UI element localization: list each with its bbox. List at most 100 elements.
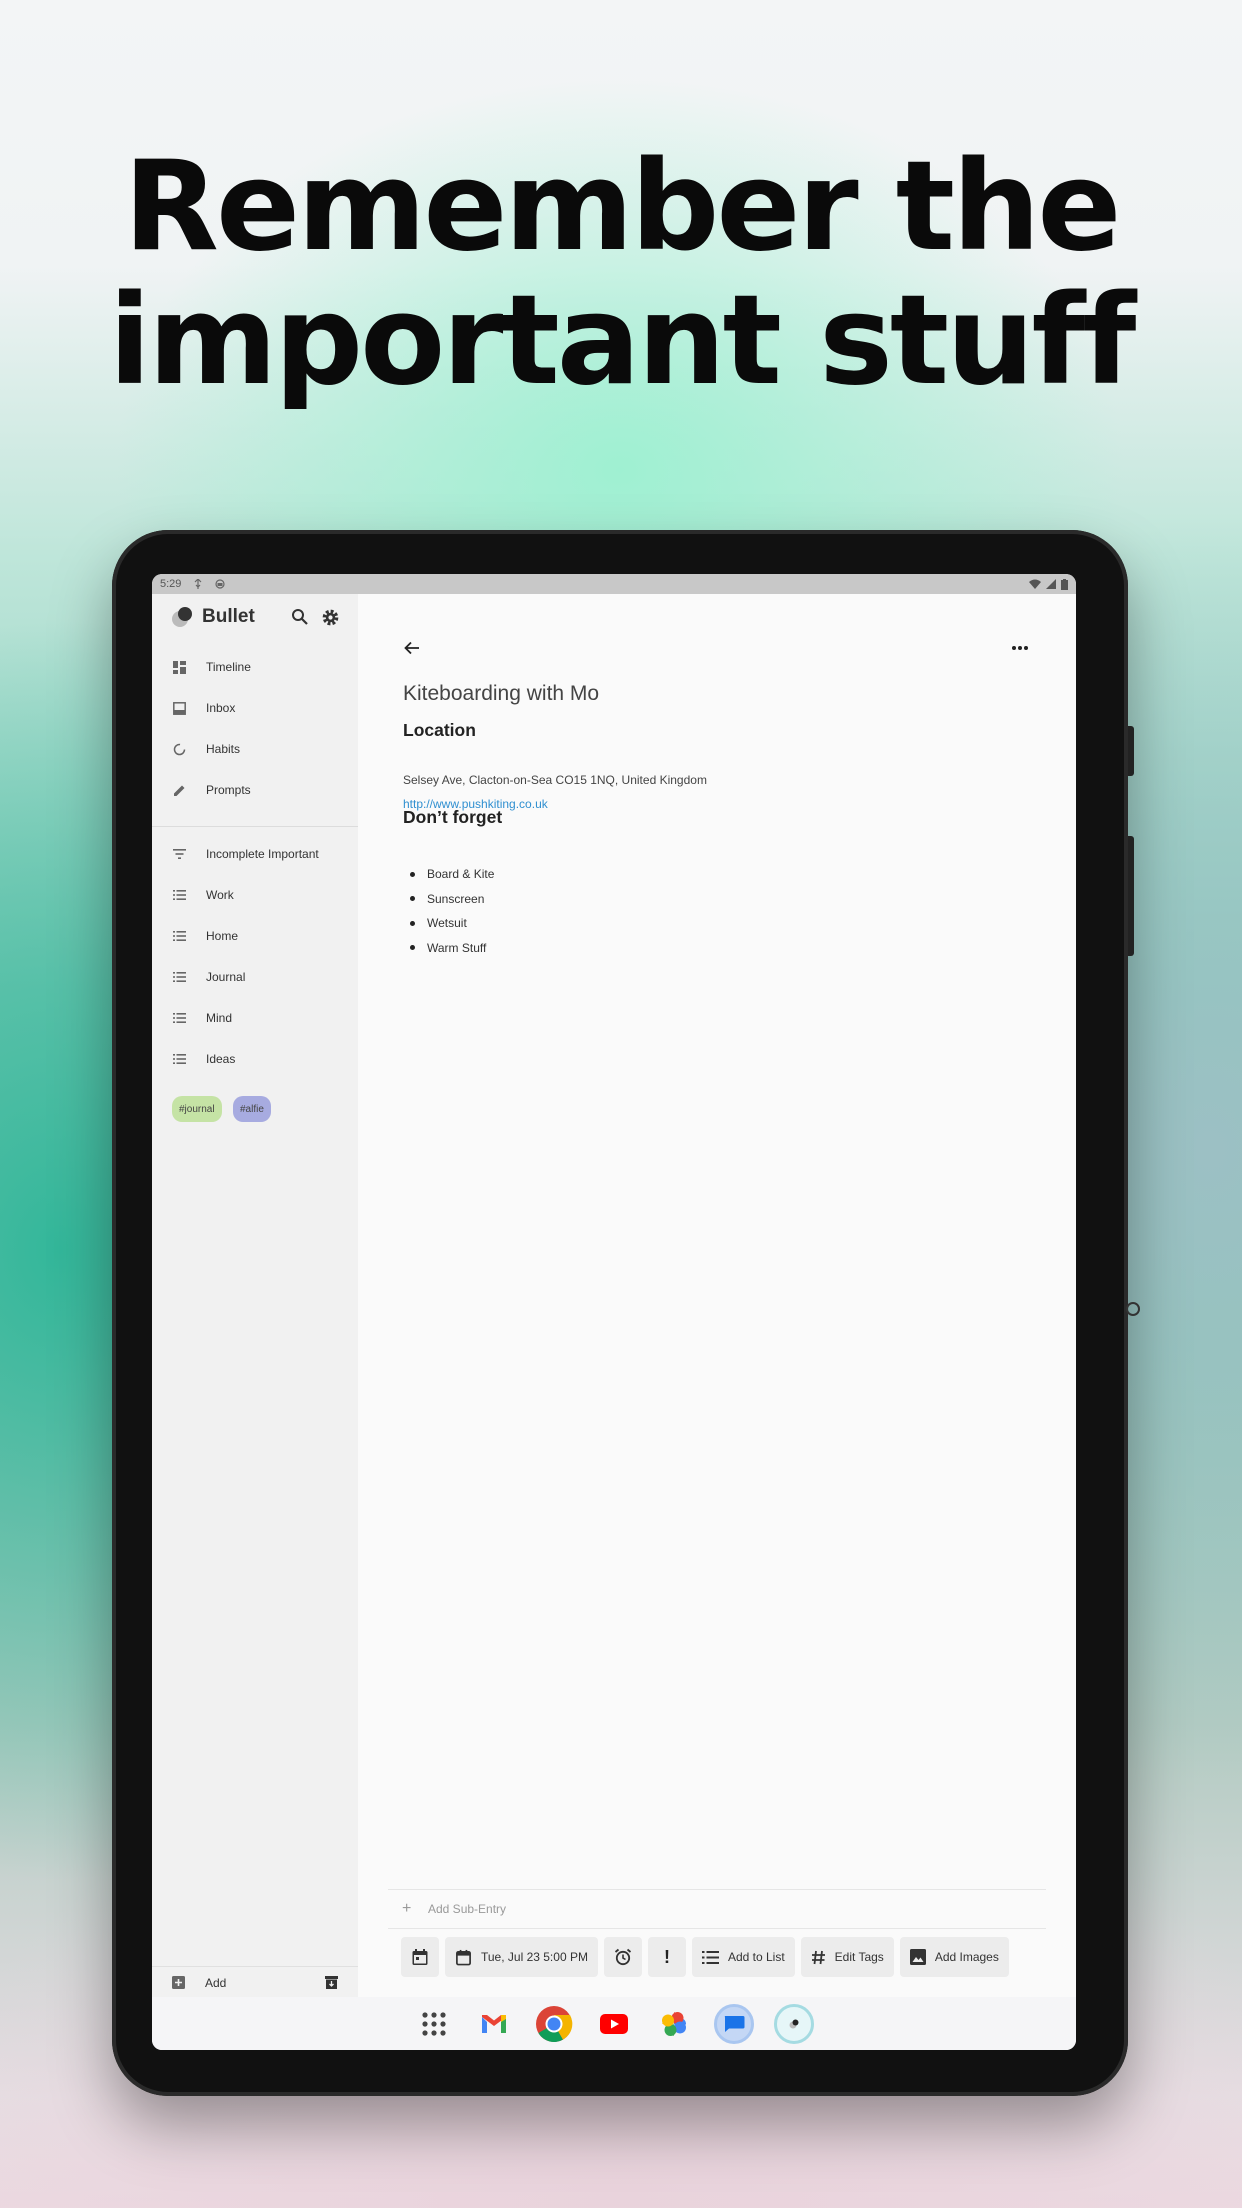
messages-icon[interactable]	[714, 2003, 754, 2044]
status-time: 5:29	[160, 578, 182, 590]
calendar-icon	[411, 1948, 429, 1966]
location-heading: Location	[403, 720, 476, 740]
list-icon	[172, 970, 186, 984]
sidebar-item-label: Inbox	[206, 701, 236, 715]
battery-icon	[1061, 578, 1068, 590]
entry-toolbar: Tue, Jul 23 5:00 PM ! Add to List Edit T…	[388, 1934, 1046, 1980]
headline: Remember the important stuff	[0, 140, 1242, 408]
sidebar-list-journal[interactable]: Journal	[152, 958, 358, 996]
sidebar-list-ideas[interactable]: Ideas	[152, 1040, 358, 1078]
sidebar-item-label: Incomplete Important	[206, 847, 319, 861]
plus-icon: +	[402, 1900, 412, 1917]
list-icon	[172, 929, 186, 943]
power-button	[1128, 726, 1134, 776]
wifi-icon	[1029, 579, 1041, 589]
alarm-icon	[614, 1948, 632, 1966]
add-to-list-label: Add to List	[727, 1950, 785, 1964]
exclamation-icon: !	[663, 1946, 670, 1967]
list-icon	[172, 888, 186, 902]
list-item: Board & Kite	[403, 862, 494, 887]
sidebar-item-label: Prompts	[206, 783, 251, 797]
status-bar: 5:29	[152, 574, 1076, 594]
gmail-icon[interactable]	[474, 2004, 514, 2044]
camera-icon	[1126, 1302, 1140, 1316]
sidebar-divider	[152, 826, 358, 827]
volume-button	[1128, 836, 1134, 956]
date-chip[interactable]: Tue, Jul 23 5:00 PM	[445, 1937, 598, 1977]
app-name: Bullet	[202, 606, 255, 627]
add-sub-entry-button[interactable]: + Add Sub-Entry	[388, 1889, 1046, 1929]
gear-icon[interactable]	[321, 608, 340, 627]
back-button[interactable]	[398, 634, 426, 662]
edit-tags-button[interactable]: Edit Tags	[800, 1937, 894, 1977]
sidebar-list-work[interactable]: Work	[152, 876, 358, 914]
sidebar-item-label: Ideas	[206, 1052, 236, 1066]
list-item: Wetsuit	[403, 911, 494, 936]
sidebar-add-button[interactable]: Add	[152, 1966, 358, 1998]
sidebar-item-prompts[interactable]: Prompts	[152, 771, 358, 809]
more-horizontal-icon	[1012, 646, 1028, 650]
sidebar-item-label: Mind	[206, 1011, 233, 1025]
calendar-outline-icon	[455, 1949, 472, 1966]
sidebar-item-label: Journal	[206, 970, 246, 984]
add-box-icon	[172, 1976, 185, 1989]
arrow-left-icon	[404, 641, 420, 655]
youtube-icon[interactable]	[594, 2004, 634, 2044]
tag-journal[interactable]: #journal	[172, 1096, 222, 1122]
more-options-button[interactable]	[1006, 634, 1034, 662]
dont-forget-heading: Don’t forget	[403, 807, 503, 827]
image-icon	[909, 1949, 926, 1965]
sidebar-item-timeline[interactable]: Timeline	[152, 648, 358, 686]
list-icon	[701, 1950, 719, 1964]
add-to-list-button[interactable]: Add to List	[691, 1937, 795, 1977]
list-item-text: Board & Kite	[427, 867, 495, 882]
tablet-screen: 5:29 Bullet Timeline Inbox Habits Prompt…	[152, 574, 1076, 2050]
photos-icon[interactable]	[654, 2004, 694, 2044]
calendar-button[interactable]	[401, 1937, 439, 1977]
chrome-icon[interactable]	[534, 2004, 574, 2044]
add-sub-entry-label: Add Sub-Entry	[428, 1902, 507, 1916]
sidebar-item-inbox[interactable]: Inbox	[152, 689, 358, 727]
app-dock	[152, 1997, 1076, 2050]
list-item-text: Sunscreen	[427, 891, 485, 906]
checklist: Board & Kite Sunscreen Wetsuit Warm Stuf…	[403, 862, 494, 960]
edit-tags-label: Edit Tags	[834, 1950, 884, 1964]
sidebar-list-home[interactable]: Home	[152, 917, 358, 955]
bullet-dot-icon	[410, 945, 415, 951]
date-chip-label: Tue, Jul 23 5:00 PM	[481, 1950, 588, 1964]
bullet-app-icon[interactable]	[774, 2003, 814, 2044]
sidebar-item-label: Home	[206, 929, 239, 943]
search-icon[interactable]	[291, 608, 309, 627]
bullet-logo-icon	[172, 607, 192, 627]
sidebar-header: Bullet	[172, 602, 358, 632]
list-icon	[172, 1052, 186, 1066]
headline-line-2: important stuff	[108, 269, 1137, 413]
entry-title[interactable]: Kiteboarding with Mo	[403, 682, 599, 706]
address-text: Selsey Ave, Clacton-on-Sea CO15 1NQ, Uni…	[403, 773, 707, 787]
android-icon	[215, 579, 226, 589]
pencil-icon	[172, 783, 186, 797]
important-button[interactable]: !	[647, 1937, 686, 1977]
sidebar: Bullet Timeline Inbox Habits Prompts Inc…	[152, 594, 358, 1997]
add-images-button[interactable]: Add Images	[899, 1937, 1009, 1977]
signal-icon	[1046, 579, 1056, 589]
app-drawer-icon[interactable]	[414, 2004, 454, 2044]
hashtag-icon	[811, 1950, 826, 1965]
sidebar-item-habits[interactable]: Habits	[152, 730, 358, 768]
habit-icon	[172, 742, 186, 756]
sidebar-item-label: Work	[206, 888, 234, 902]
list-item: Warm Stuff	[403, 936, 494, 961]
tag-alfie[interactable]: #alfie	[233, 1096, 271, 1122]
sidebar-list-incomplete-important[interactable]: Incomplete Important	[152, 835, 358, 873]
add-label: Add	[205, 1975, 227, 1990]
sidebar-item-label: Timeline	[206, 660, 251, 674]
sidebar-list-mind[interactable]: Mind	[152, 999, 358, 1037]
filter-icon	[172, 847, 186, 861]
entry-detail: Kiteboarding with Mo Location Selsey Ave…	[358, 594, 1076, 1997]
bullet-dot-icon	[410, 896, 415, 902]
reminder-button[interactable]	[603, 1937, 642, 1977]
list-icon	[172, 1011, 186, 1025]
add-images-label: Add Images	[934, 1950, 999, 1964]
list-item: Sunscreen	[403, 887, 494, 912]
archive-icon[interactable]	[325, 1976, 338, 1989]
